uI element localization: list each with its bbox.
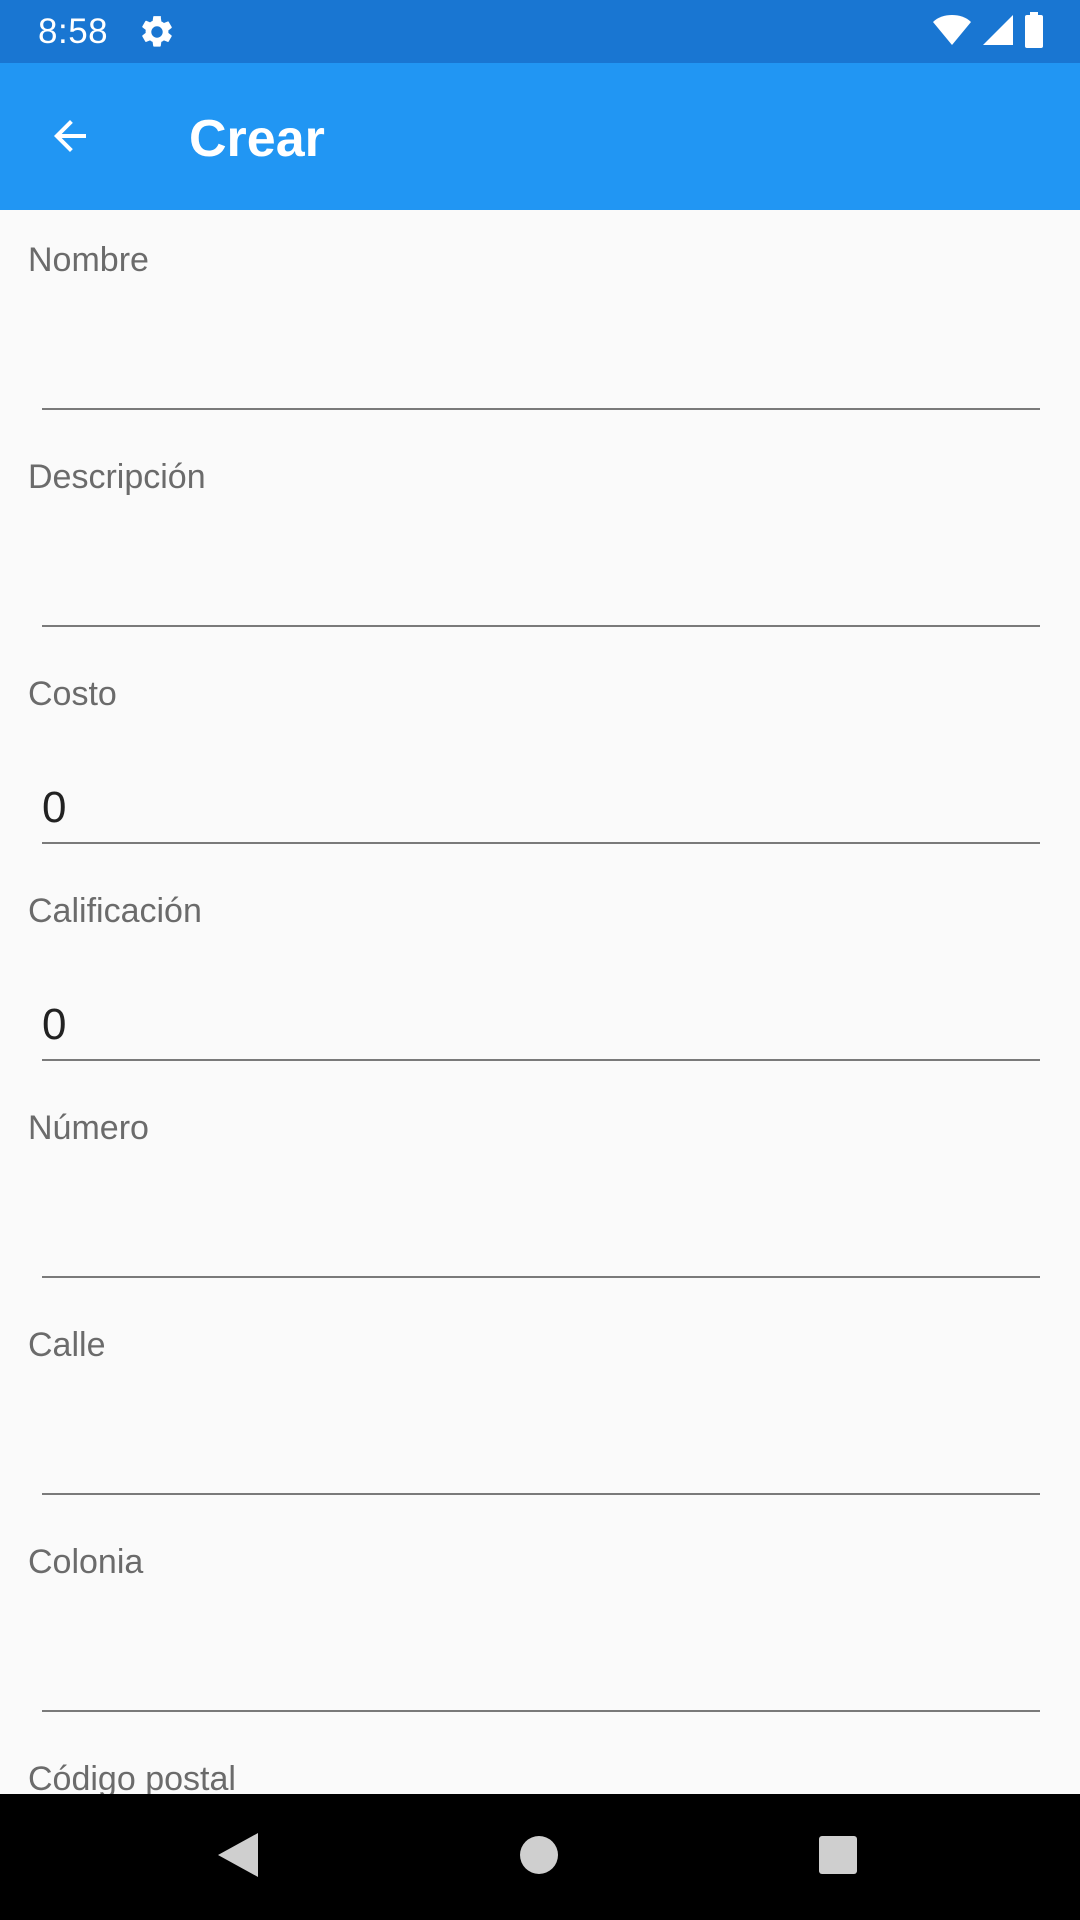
costo-input[interactable] (42, 774, 1040, 844)
descripcion-input[interactable] (42, 557, 1040, 627)
status-bar: 8:58 (0, 0, 1080, 63)
status-time: 8:58 (38, 12, 109, 51)
field-label: Nombre (28, 241, 149, 279)
form-scroll-area[interactable]: Nombre Descripción Costo Calificación Nú… (0, 210, 1080, 1794)
nombre-input[interactable] (42, 340, 1040, 410)
field-numero: Número (0, 1078, 1080, 1295)
battery-icon (1024, 11, 1044, 53)
field-colonia: Colonia (0, 1512, 1080, 1729)
signal-icon (982, 14, 1014, 51)
back-button[interactable] (30, 103, 110, 173)
calle-input[interactable] (42, 1425, 1040, 1495)
field-calificacion: Calificación (0, 861, 1080, 1078)
app-bar: Crear (0, 63, 1080, 210)
arrow-back-icon (46, 112, 94, 165)
back-triangle-icon (216, 1831, 260, 1884)
nav-back-button[interactable] (205, 1824, 271, 1890)
navigation-bar (0, 1794, 1080, 1920)
nav-recents-button[interactable] (805, 1824, 871, 1890)
numero-input[interactable] (42, 1208, 1040, 1278)
field-label: Número (28, 1109, 149, 1147)
wifi-icon (932, 14, 972, 51)
field-label: Calificación (28, 892, 202, 930)
colonia-input[interactable] (42, 1642, 1040, 1712)
nav-home-button[interactable] (506, 1824, 572, 1890)
field-descripcion: Descripción (0, 427, 1080, 644)
calificacion-input[interactable] (42, 991, 1040, 1061)
field-label: Costo (28, 675, 117, 713)
page-title: Crear (189, 110, 325, 168)
gear-icon (138, 13, 176, 51)
field-label: Código postal (28, 1760, 236, 1794)
recents-square-icon (818, 1835, 858, 1880)
field-costo: Costo (0, 644, 1080, 861)
field-codigo-postal: Código postal (0, 1729, 1080, 1794)
field-nombre: Nombre (0, 210, 1080, 427)
field-label: Descripción (28, 458, 206, 496)
field-calle: Calle (0, 1295, 1080, 1512)
field-label: Calle (28, 1326, 106, 1364)
status-icons (932, 11, 1044, 53)
field-label: Colonia (28, 1543, 144, 1581)
home-circle-icon (519, 1835, 559, 1880)
